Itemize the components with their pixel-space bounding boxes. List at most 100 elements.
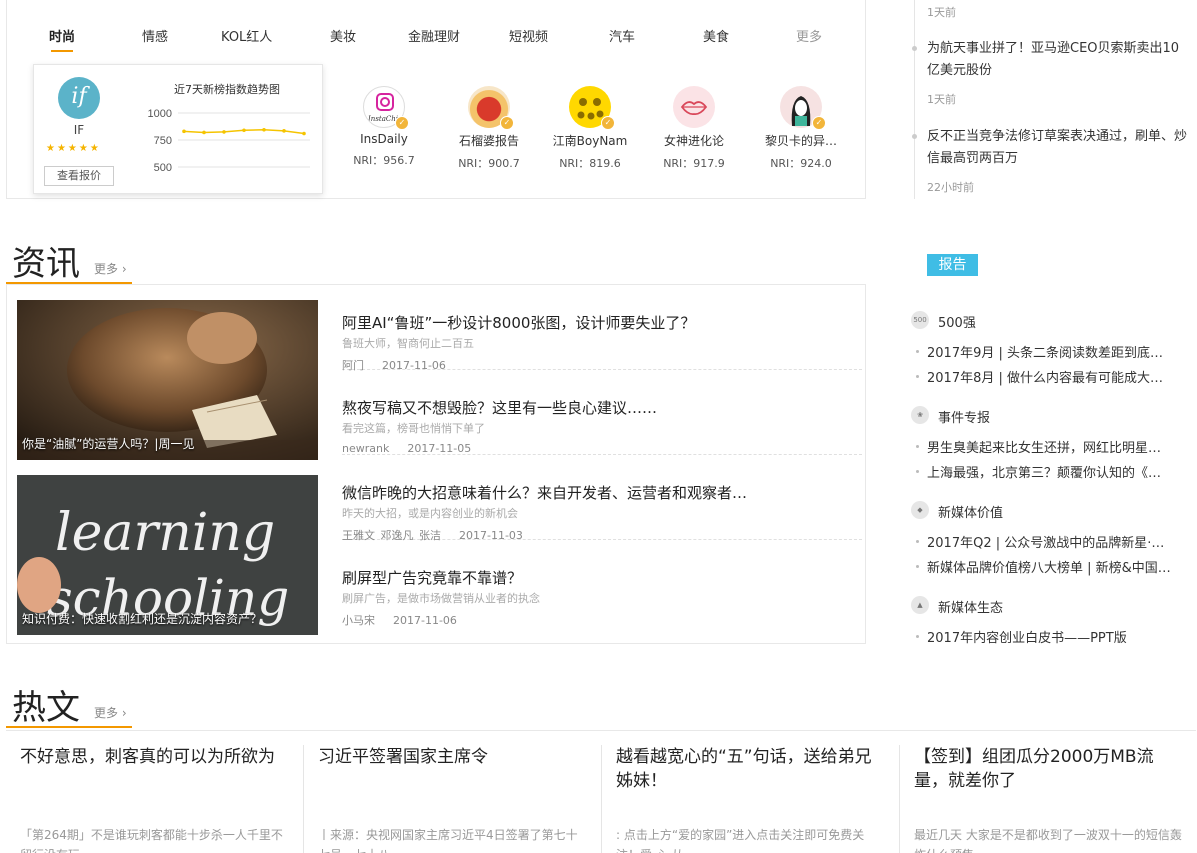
thumbnail-caption[interactable]: 你是“油腻”的运营人吗？|周一见 (22, 435, 194, 452)
report-item[interactable]: 男生臭美起来比女生还拼，网红比明星… (916, 437, 1181, 456)
chevron-right-icon: › (121, 706, 127, 720)
y-tick-label: 1000 (148, 108, 172, 120)
kol-name[interactable]: 石榴婆报告 (439, 132, 539, 149)
kol-nri: NRI：917.9 (663, 157, 725, 170)
report-category-500[interactable]: 500 500强 (911, 311, 1191, 331)
kol-nri: NRI：900.7 (458, 157, 520, 170)
article-item: 刷屏型广告究竟靠不靠谱？ 刷屏广告，是做市场做营销从业者的执念 小马宋 2017-… (342, 540, 862, 627)
verified-icon: ✓ (500, 116, 514, 130)
article-subtitle: 昨天的大招，或是内容创业的新机会 (342, 507, 518, 520)
news-time: 22小时前 (927, 181, 974, 194)
hot-article-desc: 最近几天 大家是不是都收到了一波双十一的短信轰炸什么预售… (914, 828, 1182, 853)
article-item: 熬夜写稿又不想毁脸？这里有一些良心建议…… 看完这篇，榜哥也悄悄下单了 newr… (342, 370, 862, 455)
kol-item[interactable]: ✓ 江南BoyNam NRI：819.6 (540, 86, 640, 171)
y-tick-label: 750 (154, 135, 172, 147)
trend-chart: 1000 750 500 (148, 108, 310, 174)
thumbnail-caption[interactable]: 知识付费：快速收割红利还是沉淀内容资产？ (22, 610, 262, 627)
trend-point (182, 129, 186, 134)
kol-name[interactable]: InsDaily (334, 132, 434, 146)
red-lips-avatar[interactable] (673, 86, 715, 128)
hot-article-title[interactable]: 不好意思，刺客真的可以为所欲为 (20, 745, 289, 795)
news-more-link[interactable]: 更多 › (94, 260, 127, 277)
tab-finance[interactable]: 金融理财 (408, 26, 460, 45)
report-item[interactable]: 2017年内容创业白皮书——PPT版 (916, 627, 1181, 646)
article-meta: newrank 2017-11-05 (342, 442, 489, 455)
event-icon: ❀ (911, 406, 929, 424)
trend-chart-title: 近7天新榜指数趋势图 (174, 83, 280, 96)
article-title[interactable]: 微信昨晚的大招意味着什么？来自开发者、运营者和观察者… (342, 482, 782, 503)
tab-auto[interactable]: 汽车 (609, 26, 635, 45)
report-item[interactable]: 2017年Q2 | 公众号激战中的品牌新星·… (916, 532, 1181, 551)
hot-section-header: 热文 更多 › (6, 680, 132, 728)
hot-article[interactable]: 不好意思，刺客真的可以为所欲为 「第264期」不是谁玩刺客都能十步杀一人千里不留… (6, 745, 304, 853)
report-category-event[interactable]: ❀ 事件专报 (911, 406, 1191, 426)
kol-item[interactable]: ✓ 石榴婆报告 NRI：900.7 (439, 86, 539, 171)
report-category-label[interactable]: 500强 (938, 312, 976, 331)
category-tabs: 时尚 情感 KOL红人 美妆 金融理财 短视频 汽车 美食 更多 (7, 26, 867, 52)
hot-article-desc: : 点击上方“爱的家园”进入点击关注即可免费关注！爱 心 从… (616, 828, 865, 853)
hot-article-title[interactable]: 越看越宽心的“五”句话，送给弟兄姊妹！ (616, 745, 885, 795)
section-title: 资讯 (12, 244, 80, 284)
pomegranate-avatar[interactable]: ✓ (468, 86, 514, 130)
report-tag[interactable]: 报告 (927, 254, 978, 276)
report-category-label[interactable]: 新媒体生态 (938, 597, 1003, 616)
report-category-value[interactable]: ◆ 新媒体价值 (911, 501, 1191, 521)
article-subtitle: 看完这篇，榜哥也悄悄下单了 (342, 422, 485, 435)
tab-kol[interactable]: KOL红人 (221, 26, 272, 45)
tab-emotion[interactable]: 情感 (142, 26, 168, 45)
report-item[interactable]: 新媒体品牌价值榜八大榜单 | 新榜&中国… (916, 557, 1181, 576)
tab-short-video[interactable]: 短视频 (509, 26, 548, 45)
diamond-icon: ◆ (911, 501, 929, 519)
hot-articles: 不好意思，刺客真的可以为所欲为 「第264期」不是谁玩刺客都能十步杀一人千里不留… (6, 730, 1196, 853)
report-category-label[interactable]: 新媒体价值 (938, 502, 1003, 521)
article-title[interactable]: 阿里AI“鲁班”一秒设计8000张图，设计师要失业了？ (342, 312, 782, 333)
hot-more-link[interactable]: 更多 › (94, 704, 127, 721)
hot-article[interactable]: 【签到】组团瓜分2000万MB流量，就差你了 最近几天 大家是不是都收到了一波双… (900, 745, 1197, 853)
side-news-item[interactable]: 反不正当竞争法修订草案表决通过，刷单、炒信最高罚两百万 (912, 126, 1187, 170)
report-category-ecology[interactable]: ▲ 新媒体生态 (911, 596, 1191, 616)
article-title[interactable]: 熬夜写稿又不想毁脸？这里有一些良心建议…… (342, 397, 782, 418)
article-thumbnail[interactable]: learning schooling 知识付费：快速收割红利还是沉淀内容资产？ (17, 475, 318, 635)
view-quote-button[interactable]: 查看报价 (44, 166, 114, 186)
kol-item[interactable]: 女神进化论 NRI：917.9 (644, 86, 744, 171)
report-item[interactable]: 2017年8月 | 做什么内容最有可能成大… (916, 367, 1181, 386)
article-date: 2017-11-06 (393, 614, 457, 627)
article-thumbnail[interactable]: 你是“油腻”的运营人吗？|周一见 (17, 300, 318, 460)
article-date: 2017-11-05 (407, 442, 472, 455)
featured-name[interactable]: IF (34, 123, 124, 137)
tab-beauty[interactable]: 美妆 (330, 26, 356, 45)
hot-article-title[interactable]: 【签到】组团瓜分2000万MB流量，就差你了 (914, 745, 1184, 795)
hot-article-title[interactable]: 习近平签署国家主席令 (318, 745, 587, 795)
verified-icon: ✓ (601, 116, 615, 130)
kol-name[interactable]: 黎贝卡的异… (751, 132, 851, 149)
yellow-emoji-avatar[interactable]: ✓ (569, 86, 615, 130)
side-news-item[interactable]: 为航天事业拼了！亚马逊CEO贝索斯卖出10亿美元股份 (912, 38, 1187, 82)
ecology-icon: ▲ (911, 596, 929, 614)
report-item[interactable]: 2017年9月 | 头条二条阅读数差距到底… (916, 342, 1181, 361)
section-title: 热文 (12, 688, 80, 728)
rating-stars: ★★★★★ (46, 143, 101, 154)
tab-food[interactable]: 美食 (703, 26, 729, 45)
article-author[interactable]: 小马宋 (342, 614, 375, 627)
report-category-label[interactable]: 事件专报 (938, 407, 990, 426)
illustrated-girl-avatar[interactable]: ✓ (780, 86, 826, 130)
report-item[interactable]: 上海最强，北京第三？颠覆你认知的《… (916, 462, 1181, 481)
kol-item[interactable]: InstaChic ✓ InsDaily NRI：956.7 (334, 86, 434, 168)
verified-icon: ✓ (395, 116, 409, 130)
article-author[interactable]: newrank (342, 442, 389, 455)
kol-name[interactable]: 女神进化论 (644, 132, 744, 149)
kol-name[interactable]: 江南BoyNam (540, 132, 640, 149)
article-title[interactable]: 刷屏型广告究竟靠不靠谱？ (342, 567, 782, 588)
chevron-right-icon: › (121, 262, 127, 276)
featured-logo[interactable]: if (58, 77, 100, 119)
instagram-logo-avatar[interactable]: InstaChic ✓ (363, 86, 409, 130)
kol-item[interactable]: ✓ 黎贝卡的异… NRI：924.0 (751, 86, 851, 171)
tab-fashion[interactable]: 时尚 (49, 26, 75, 52)
hot-article[interactable]: 越看越宽心的“五”句话，送给弟兄姊妹！ : 点击上方“爱的家园”进入点击关注即可… (602, 745, 900, 853)
trend-point (302, 131, 306, 136)
news-time: 1天前 (927, 6, 956, 19)
hot-article[interactable]: 习近平签署国家主席令 丨来源：央视网国家主席习近平4日签署了第七十七号、七十八… (304, 745, 602, 853)
tab-more[interactable]: 更多 (796, 26, 822, 45)
y-tick-label: 500 (154, 162, 172, 174)
top500-icon: 500 (911, 311, 929, 329)
